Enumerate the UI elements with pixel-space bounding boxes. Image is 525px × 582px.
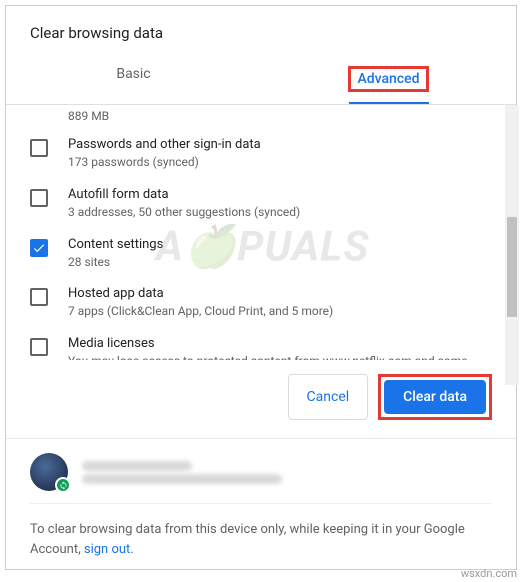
footer-text: To clear browsing data from this device … [6,504,516,569]
checkbox-hosted-app[interactable] [30,288,48,306]
cancel-button[interactable]: Cancel [288,374,369,420]
sign-out-link[interactable]: sign out [84,542,130,557]
checkbox-passwords[interactable] [30,139,48,157]
scrollbar[interactable] [505,105,519,385]
option-title: Passwords and other sign-in data [68,137,492,152]
check-icon [32,241,46,255]
dialog-actions: Cancel Clear data [6,360,516,438]
option-autofill: Autofill form data 3 addresses, 50 other… [30,181,492,231]
option-title: Content settings [68,237,492,252]
checkbox-autofill[interactable] [30,189,48,207]
option-title: Hosted app data [68,286,492,301]
option-sub: 3 addresses, 50 other suggestions (synce… [68,204,492,221]
checkbox-media-licenses[interactable] [30,338,48,356]
prev-option-partial: 889 MB [30,109,492,123]
clear-data-button[interactable]: Clear data [384,380,486,414]
account-row [6,438,516,491]
option-sub: 28 sites [68,254,492,271]
option-title: Media licenses [68,336,492,351]
site-credit: wsxdn.com [461,567,517,580]
dialog-title: Clear browsing data [6,6,516,54]
tab-advanced-label: Advanced [348,66,428,92]
options-scroll-area: 889 MB Passwords and other sign-in data … [6,105,516,360]
option-title: Autofill form data [68,187,492,202]
option-content-settings: Content settings 28 sites [30,231,492,281]
option-sub: You may lose access to protected content… [68,353,492,360]
sync-badge-icon [55,477,71,493]
option-passwords: Passwords and other sign-in data 173 pas… [30,131,492,181]
avatar [30,453,68,491]
checkbox-content-settings[interactable] [30,239,48,257]
clear-browsing-data-dialog: Clear browsing data Basic Advanced 889 M… [5,5,517,570]
footer-tail: . [130,542,133,557]
tabs: Basic Advanced [6,54,516,105]
option-media-licenses: Media licenses You may lose access to pr… [30,330,492,360]
option-sub: 7 apps (Click&Clean App, Cloud Print, an… [68,303,492,320]
tab-advanced[interactable]: Advanced [261,54,516,104]
clear-data-highlight: Clear data [378,374,492,420]
option-sub: 173 passwords (synced) [68,154,492,171]
tab-basic-label: Basic [116,66,150,82]
scrollbar-thumb[interactable] [507,217,517,317]
account-info-blurred [82,458,492,487]
option-hosted-app: Hosted app data 7 apps (Click&Clean App,… [30,280,492,330]
tab-basic[interactable]: Basic [6,54,261,104]
